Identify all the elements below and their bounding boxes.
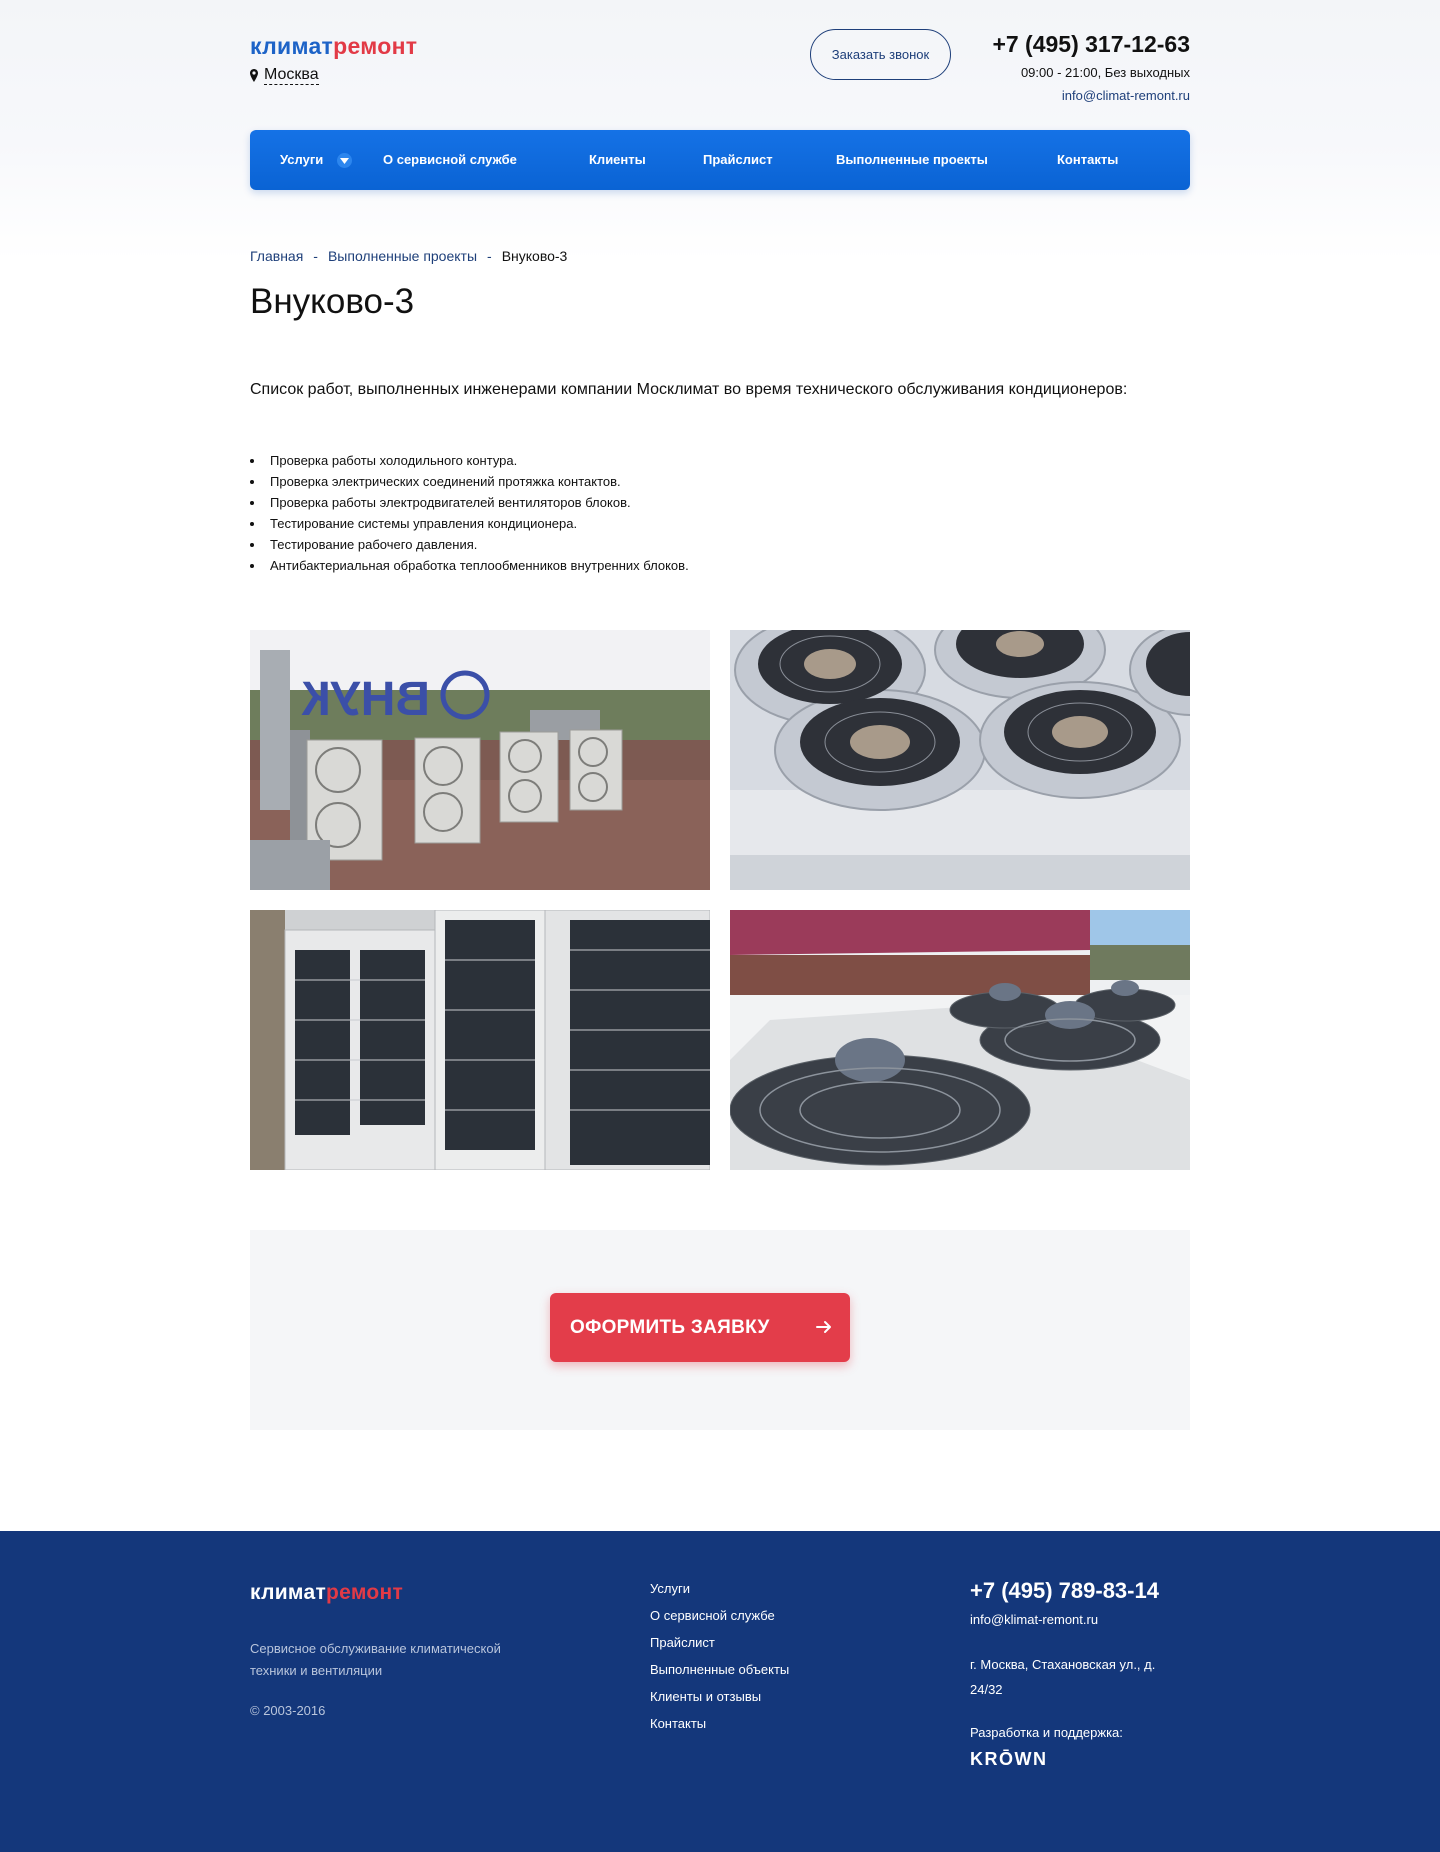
developer-logo[interactable]: KRŌWN [970,1749,1170,1770]
city-selector[interactable]: Москва [250,66,319,85]
nav-item-label: Клиенты [589,152,646,167]
svg-text:ВНУК: ВНУК [301,673,430,726]
breadcrumb-current: Внуково-3 [501,248,568,264]
work-list: Проверка работы холодильного контура. Пр… [250,450,1190,576]
developer-label: Разработка и поддержка: [970,1725,1123,1740]
gallery-photo-rooftop-fans[interactable] [730,910,1190,1170]
footer-email[interactable]: info@klimat-remont.ru [970,1608,1170,1632]
nav-item-label: О сервисной службе [383,152,517,167]
list-item: Антибактериальная обработка теплообменни… [250,555,1190,576]
logo-part-1: климат [250,33,334,59]
logo-part-2: ремонт [326,1581,404,1604]
footer-description: Сервисное обслуживание климатической тех… [250,1641,501,1678]
nav-item-about[interactable]: О сервисной службе [383,130,517,190]
arrow-right-icon [816,1321,831,1333]
site-logo[interactable]: климатремонт [250,33,417,60]
logo-part-2: ремонт [333,33,418,59]
gallery-photo-rooftop-units[interactable]: ВНУК [250,630,710,890]
header-email[interactable]: info@climat-remont.ru [992,84,1190,108]
footer-link-clients[interactable]: Клиенты и отзывы [650,1683,789,1710]
nav-item-label: Выполненные проекты [836,152,988,167]
footer-logo[interactable]: климатремонт [250,1581,403,1605]
footer-link-about[interactable]: О сервисной службе [650,1602,789,1629]
page-title: Внуково-3 [250,282,415,321]
gallery-photo-chillers[interactable] [250,910,710,1170]
footer-link-pricelist[interactable]: Прайслист [650,1629,789,1656]
breadcrumb-separator: - [487,248,492,264]
chevron-down-icon[interactable] [337,153,352,168]
footer-phone[interactable]: +7 (495) 789-83-14 [970,1576,1170,1606]
submit-request-button[interactable]: ОФОРМИТЬ ЗАЯВКУ [550,1293,850,1362]
site-footer: климатремонт Сервисное обслуживание клим… [0,1531,1440,1852]
site-header: климатремонт Москва Заказать звонок +7 (… [250,26,1190,106]
footer-link-contacts[interactable]: Контакты [650,1710,789,1737]
header-contacts: +7 (495) 317-12-63 09:00 - 21:00, Без вы… [992,26,1190,108]
request-section: ОФОРМИТЬ ЗАЯВКУ [250,1230,1190,1430]
working-hours: 09:00 - 21:00, Без выходных [1020,65,1190,80]
header-phone[interactable]: +7 (495) 317-12-63 [992,26,1190,62]
footer-address: г. Москва, Стахановская ул., д. 24/32 [970,1657,1156,1697]
nav-item-services[interactable]: Услуги [280,130,323,190]
callback-button[interactable]: Заказать звонок [810,29,951,80]
nav-item-label: Услуги [280,152,324,167]
nav-item-pricelist[interactable]: Прайслист [703,130,773,190]
nav-item-label: Контакты [1057,152,1119,167]
main-nav: Услуги О сервисной службе Клиенты Прайсл… [250,130,1190,190]
intro-text: Список работ, выполненных инженерами ком… [250,381,1128,398]
footer-copyright: © 2003-2016 [250,1703,326,1718]
location-pin-icon [250,69,258,82]
submit-request-label: ОФОРМИТЬ ЗАЯВКУ [570,1316,770,1338]
logo-part-1: климат [250,1581,327,1604]
list-item: Проверка работы холодильного контура. [250,450,1190,471]
nav-item-clients[interactable]: Клиенты [589,130,646,190]
nav-item-projects[interactable]: Выполненные проекты [836,130,988,190]
list-item: Тестирование системы управления кондицио… [250,513,1190,534]
footer-menu: Услуги О сервисной службе Прайслист Выпо… [650,1575,789,1737]
breadcrumb: Главная - Выполненные проекты - Внуково-… [250,248,1190,264]
project-gallery: ВНУК [250,630,1190,1170]
footer-link-projects[interactable]: Выполненные объекты [650,1656,789,1683]
list-item: Проверка электрических соединений протяж… [250,471,1190,492]
list-item: Проверка работы электродвигателей вентил… [250,492,1190,513]
nav-item-label: Прайслист [703,152,773,167]
breadcrumb-projects[interactable]: Выполненные проекты [328,248,477,264]
nav-item-contacts[interactable]: Контакты [1057,130,1118,190]
list-item: Тестирование рабочего давления. [250,534,1190,555]
gallery-photo-fans-closeup[interactable] [730,630,1190,890]
footer-link-services[interactable]: Услуги [650,1575,789,1602]
city-name: Москва [264,66,319,85]
breadcrumb-home[interactable]: Главная [250,248,303,264]
breadcrumb-separator: - [313,248,318,264]
footer-contacts: +7 (495) 789-83-14 info@klimat-remont.ru… [970,1576,1170,1770]
